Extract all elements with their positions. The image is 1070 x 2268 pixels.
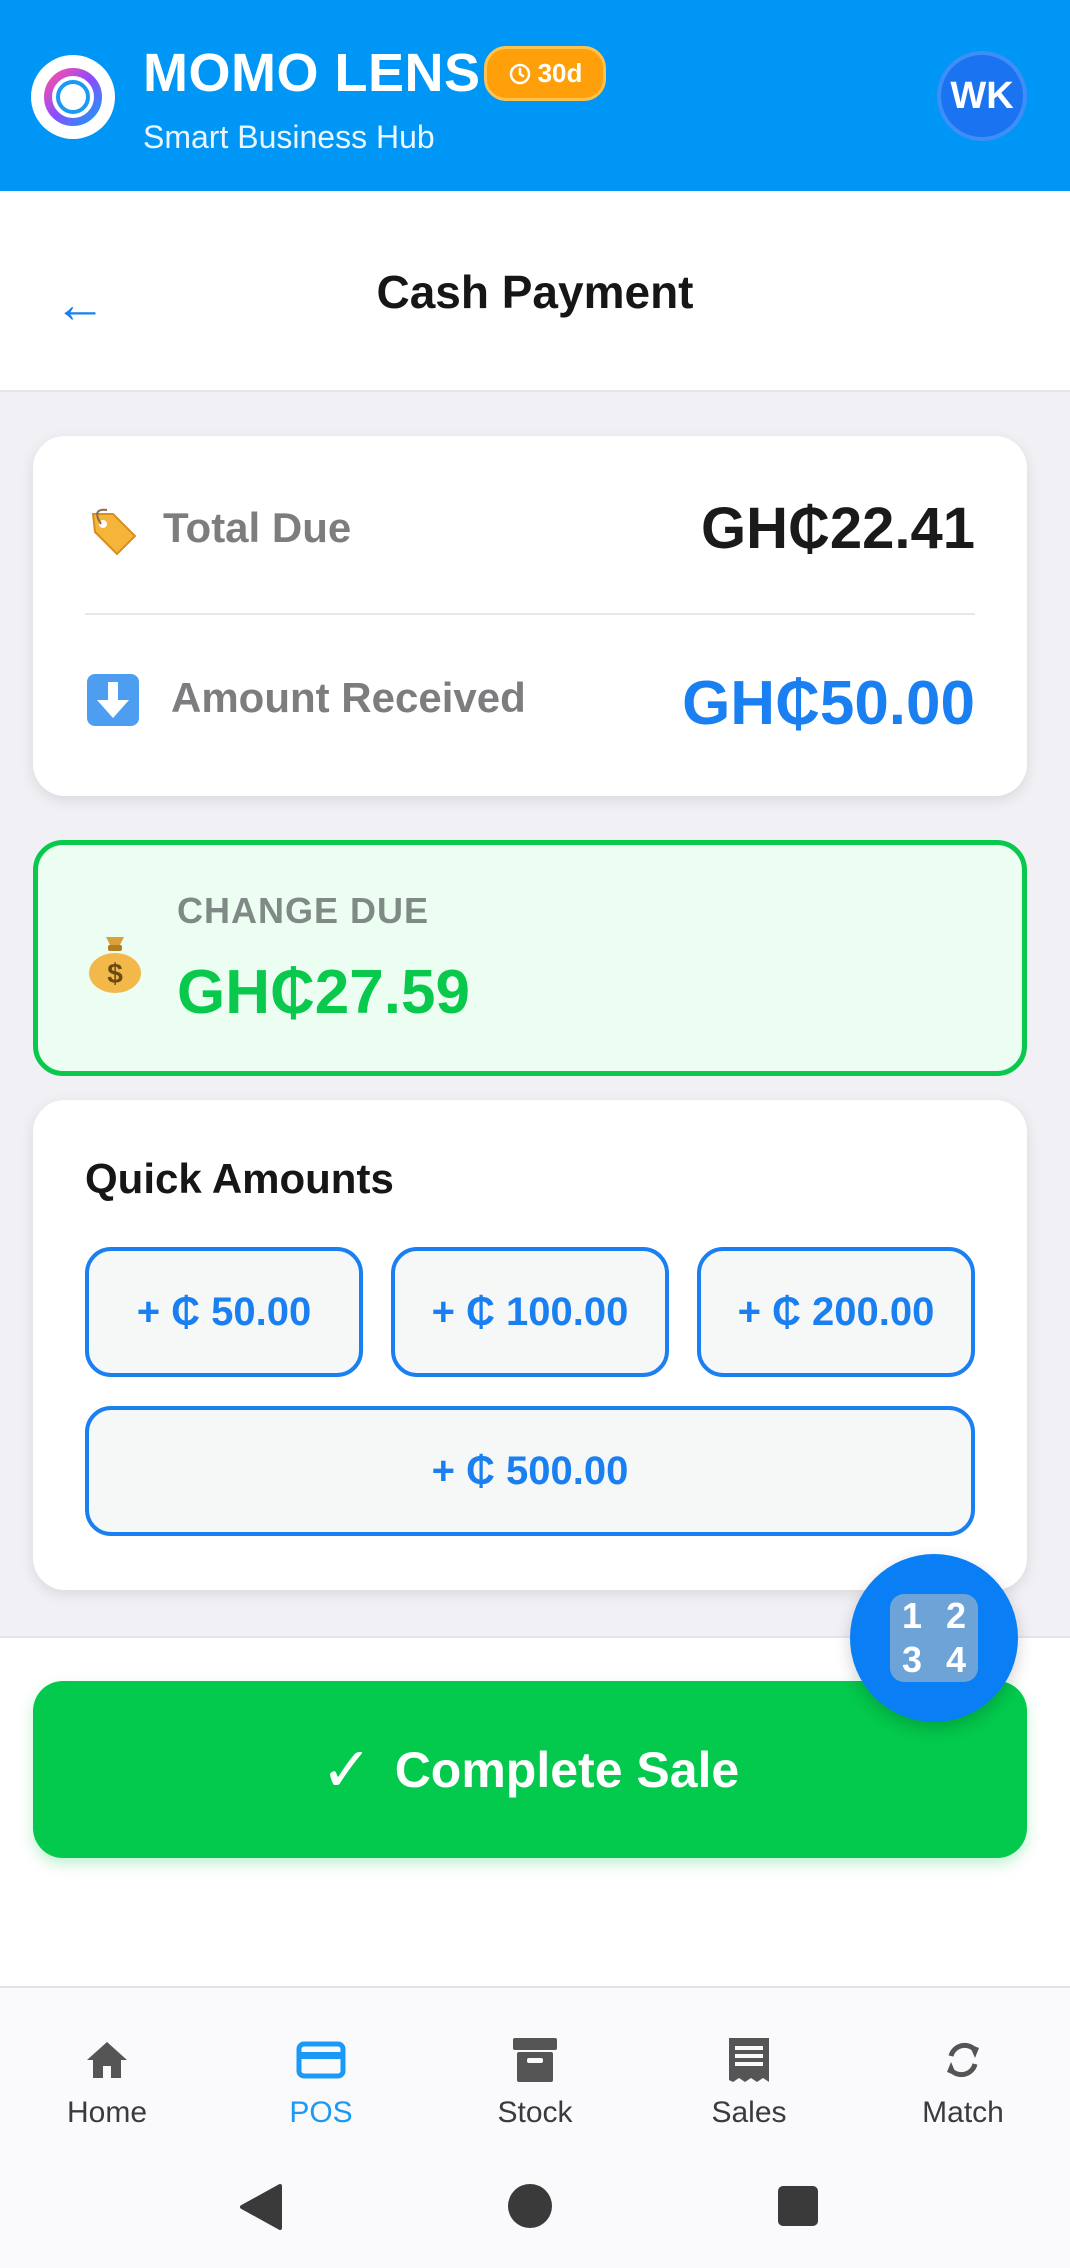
home-icon [87, 2042, 127, 2078]
bottom-nav: Home POS Stock Sales Match [0, 1986, 1070, 2158]
quick-amount-500-button[interactable]: + ₵ 500.00 [85, 1406, 975, 1536]
amount-received-label: Amount Received [171, 674, 526, 721]
app-header: MOMO LENS 30d Smart Business Hub WK [0, 0, 1070, 191]
change-due-card: $ CHANGE DUE GH₵27.59 [33, 840, 1027, 1076]
page-title: Cash Payment [376, 266, 694, 318]
system-recents-icon[interactable] [776, 2184, 820, 2228]
system-home-icon[interactable] [506, 2182, 554, 2230]
avatar[interactable]: WK [937, 51, 1027, 141]
complete-sale-button[interactable]: ✓ Complete Sale [33, 1681, 1027, 1858]
archive-box-icon [513, 2038, 557, 2082]
keypad-key: 3 [901, 1639, 923, 1680]
sync-icon [947, 2042, 979, 2078]
nav-label-stock: Stock [497, 2096, 573, 2129]
quick-amounts-card: Quick Amounts + ₵ 50.00 + ₵ 100.00 + ₵ 2… [33, 1100, 1027, 1590]
divider [85, 613, 975, 615]
checkmark-icon: ✓ [320, 1736, 373, 1805]
keypad-key: 1 [901, 1595, 923, 1636]
amount-received-value[interactable]: GH₵50.00 [682, 666, 975, 742]
app-tagline: Smart Business Hub [143, 119, 435, 155]
nav-item-sales[interactable]: Sales [642, 1988, 856, 2158]
receipt-icon [729, 2038, 769, 2082]
system-back-icon[interactable] [236, 2182, 284, 2232]
app-name: MOMO LENS [143, 43, 481, 103]
price-tag-icon [91, 508, 137, 556]
ring-logo-icon [31, 55, 115, 139]
keypad-icon: 1 2 3 4 [890, 1594, 978, 1682]
nav-item-stock[interactable]: Stock [428, 1988, 642, 2158]
nav-label-pos: POS [289, 2096, 353, 2129]
nav-label-match: Match [922, 2096, 1004, 2129]
total-due-label: Total Due [163, 504, 352, 551]
keypad-key: 4 [945, 1639, 967, 1680]
complete-sale-label: Complete Sale [394, 1741, 740, 1798]
quick-amounts-title: Quick Amounts [85, 1155, 394, 1202]
down-arrow-icon [87, 674, 139, 726]
keypad-key: 2 [945, 1595, 967, 1636]
quick-amount-100-button[interactable]: + ₵ 100.00 [391, 1247, 669, 1377]
nav-item-pos[interactable]: POS [214, 1988, 428, 2158]
total-due-value: GH₵22.41 [700, 496, 975, 561]
change-due-value: GH₵27.59 [177, 958, 470, 1027]
trial-badge-label: 30d [537, 58, 583, 88]
svg-text:$: $ [107, 958, 123, 989]
nav-item-home[interactable]: Home [0, 1988, 214, 2158]
trial-badge[interactable]: 30d [484, 46, 606, 101]
quick-amount-50-button[interactable]: + ₵ 50.00 [85, 1247, 363, 1377]
card-icon [296, 2041, 346, 2079]
system-nav-bar [0, 2156, 1070, 2268]
clock-icon [509, 63, 530, 84]
change-due-label: CHANGE DUE [177, 890, 430, 931]
nav-label-sales: Sales [711, 2096, 787, 2129]
nav-item-match[interactable]: Match [856, 1988, 1070, 2158]
money-bag-icon: $ [89, 937, 141, 993]
payment-summary-card: Total Due GH₵22.41 Amount Received GH₵50… [33, 436, 1027, 796]
quick-amount-200-button[interactable]: + ₵ 200.00 [697, 1247, 975, 1377]
nav-label-home: Home [66, 2096, 148, 2129]
keypad-fab-button[interactable]: 1 2 3 4 [850, 1554, 1018, 1722]
